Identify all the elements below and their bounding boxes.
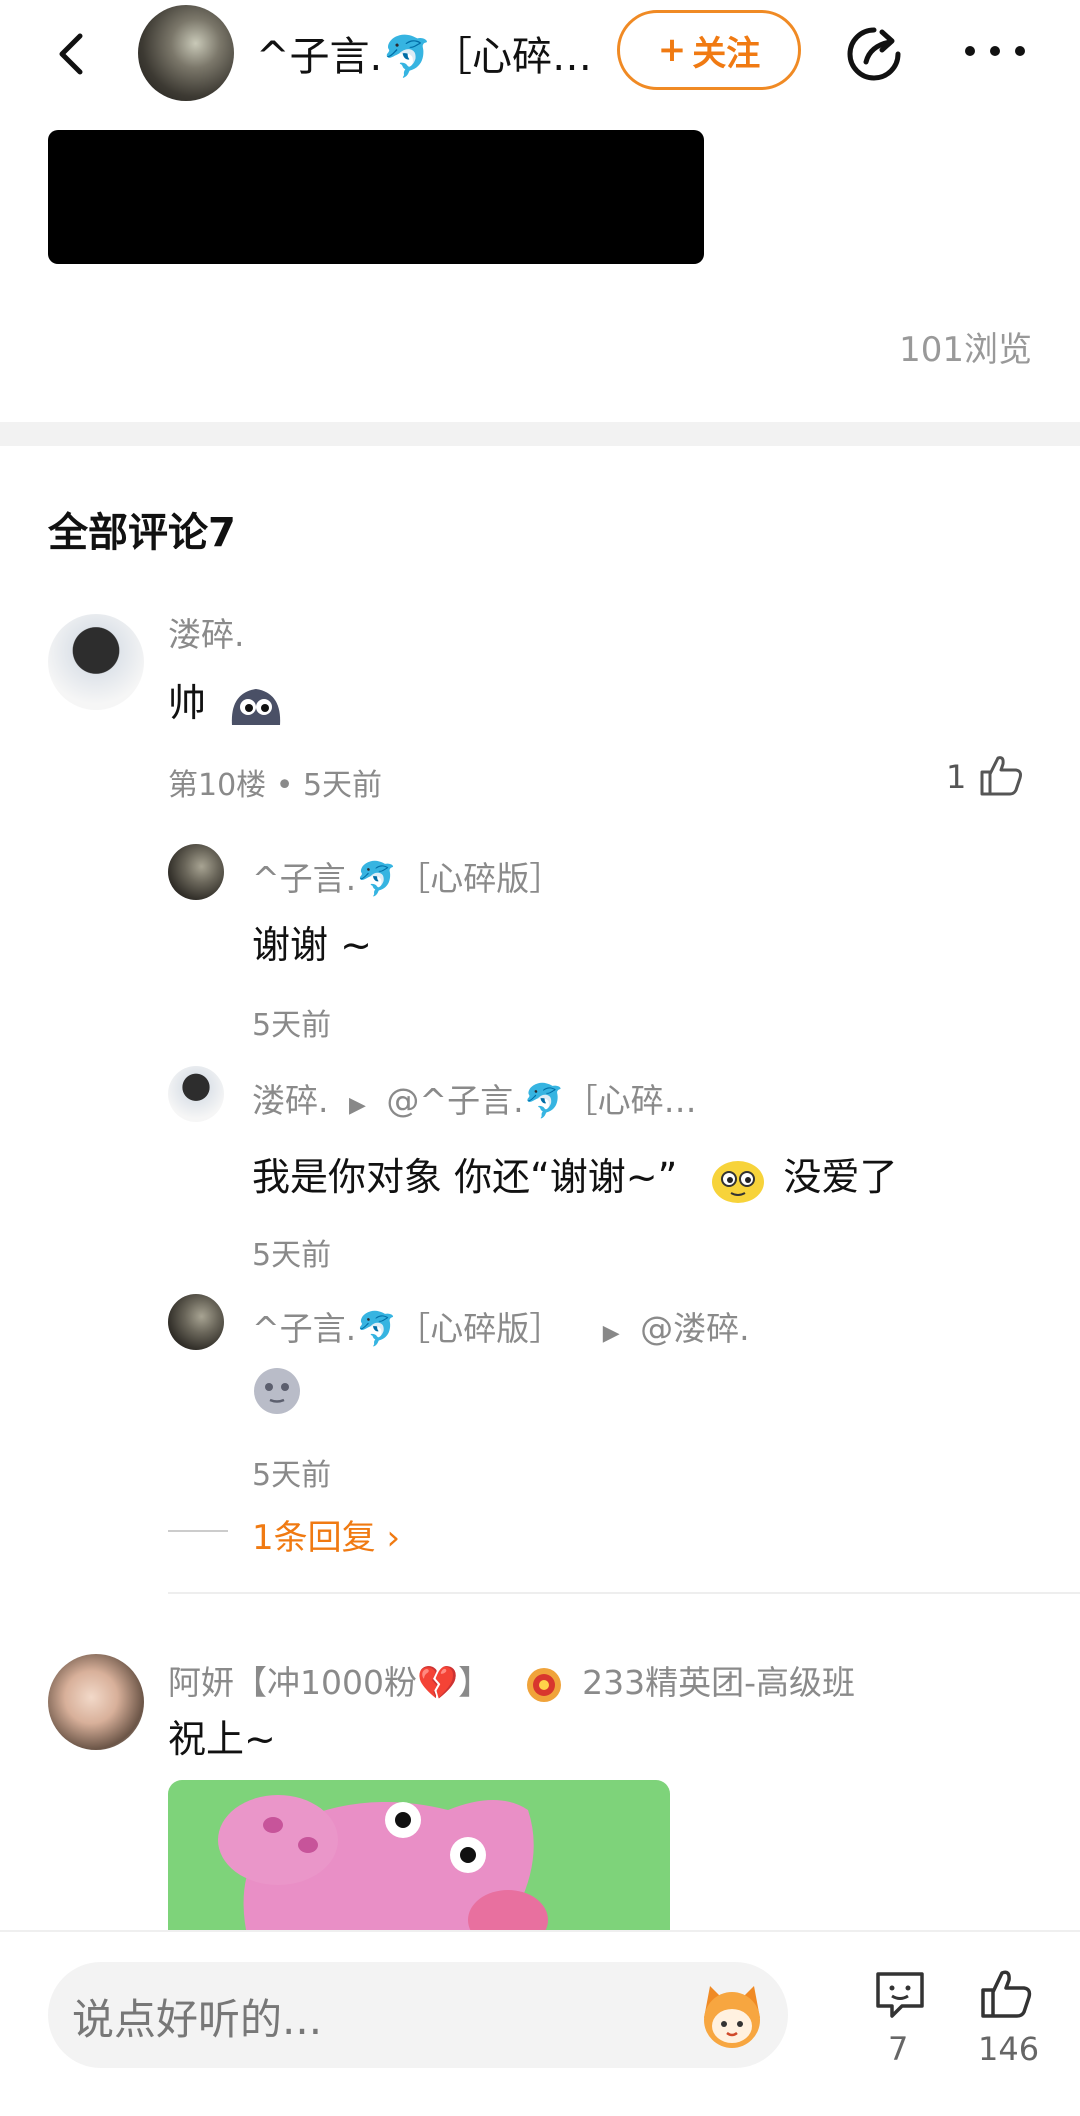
mascot-emoji-icon[interactable] <box>696 1978 768 2050</box>
section-divider <box>0 422 1080 446</box>
reply-username[interactable]: ^子言.🐬［心碎版］ <box>252 852 562 900</box>
follow-label: 关注 <box>692 33 761 74</box>
comment-meta: 第10楼 • 5天前 <box>168 768 383 803</box>
blob-emoji-icon <box>231 688 281 725</box>
yellow-face-emoji-icon <box>712 1160 765 1203</box>
commenter-name[interactable]: 溇碎. <box>168 608 245 656</box>
top-bar: ^子言.🐬［心碎… + 关注 <box>0 0 1080 108</box>
commenter-header: 阿妍【冲1000粉💔】 233精英团-高级班 <box>168 1656 855 1705</box>
reply-to-mention[interactable]: @^子言.🐬［心碎… <box>386 1081 696 1120</box>
moon-face-emoji-icon <box>254 1368 300 1414</box>
reply-text: 我是你对象 你还“谢谢~” 没爱了 <box>252 1146 898 1205</box>
reply-username[interactable]: ^子言.🐬［心碎版］ <box>252 1309 562 1348</box>
comment-text: 祝上~ <box>168 1717 276 1761</box>
commenter-name[interactable]: 阿妍【冲1000粉💔】 <box>168 1663 491 1702</box>
like-count: 146 <box>978 2030 1040 2068</box>
comments-title: 全部评论7 <box>48 510 236 556</box>
reply-arrow-icon: ▶ <box>602 1321 620 1346</box>
comment-image[interactable] <box>168 1780 670 1940</box>
comment-like-count: 1 <box>946 758 967 796</box>
comment-bubble-icon[interactable] <box>872 1966 928 2022</box>
comment-count: 7 <box>888 2030 909 2068</box>
comment-text-content: 帅 <box>168 681 207 725</box>
reply-avatar[interactable] <box>168 1294 224 1350</box>
comment-text: 帅 <box>168 672 286 731</box>
comment-separator <box>168 1592 1080 1594</box>
back-arrow-icon[interactable] <box>48 30 96 78</box>
post-content-block <box>48 130 704 264</box>
replies-line <box>168 1530 228 1532</box>
reply-to-mention[interactable]: @溇碎. <box>640 1309 750 1348</box>
group-name[interactable]: 233精英团-高级班 <box>582 1663 855 1702</box>
reply-avatar[interactable] <box>168 844 224 900</box>
reply-arrow-icon: ▶ <box>349 1093 366 1118</box>
more-replies-label: 1条回复 <box>252 1518 376 1558</box>
reply-avatar[interactable] <box>168 1066 224 1122</box>
reply-time: 5天前 <box>252 1008 332 1043</box>
reply-username[interactable]: 溇碎. <box>252 1081 329 1120</box>
badge-icon <box>526 1667 561 1702</box>
comment-input-placeholder[interactable]: 说点好听的... <box>72 1986 322 2047</box>
pig-illustration <box>218 1795 548 1940</box>
author-name[interactable]: ^子言.🐬［心碎… <box>256 24 596 82</box>
reply-header: ^子言.🐬［心碎版］ ▶ @溇碎. <box>252 1302 750 1350</box>
thumbs-up-icon[interactable] <box>978 752 1024 798</box>
reply-text: 谢谢 ~ <box>252 923 372 967</box>
reply-text-b: 没爱了 <box>783 1155 898 1199</box>
commenter-avatar[interactable] <box>48 614 144 710</box>
reply-time: 5天前 <box>252 1458 332 1493</box>
plus-icon: + <box>657 30 687 70</box>
reply-time: 5天前 <box>252 1238 332 1273</box>
follow-button[interactable]: + 关注 <box>617 10 801 90</box>
commenter-avatar[interactable] <box>48 1654 144 1750</box>
reply-header: 溇碎. ▶ @^子言.🐬［心碎… <box>252 1074 697 1122</box>
thumbs-up-icon[interactable] <box>978 1966 1034 2022</box>
more-options-icon[interactable] <box>960 36 1030 66</box>
reply-text-a: 我是你对象 你还“谢谢~” <box>252 1155 678 1199</box>
author-avatar[interactable] <box>138 5 234 101</box>
more-replies-link[interactable]: 1条回复 › <box>252 1510 400 1559</box>
view-count: 101浏览 <box>899 330 1032 370</box>
chevron-right-icon: › <box>375 1518 401 1558</box>
share-icon[interactable] <box>844 24 904 84</box>
